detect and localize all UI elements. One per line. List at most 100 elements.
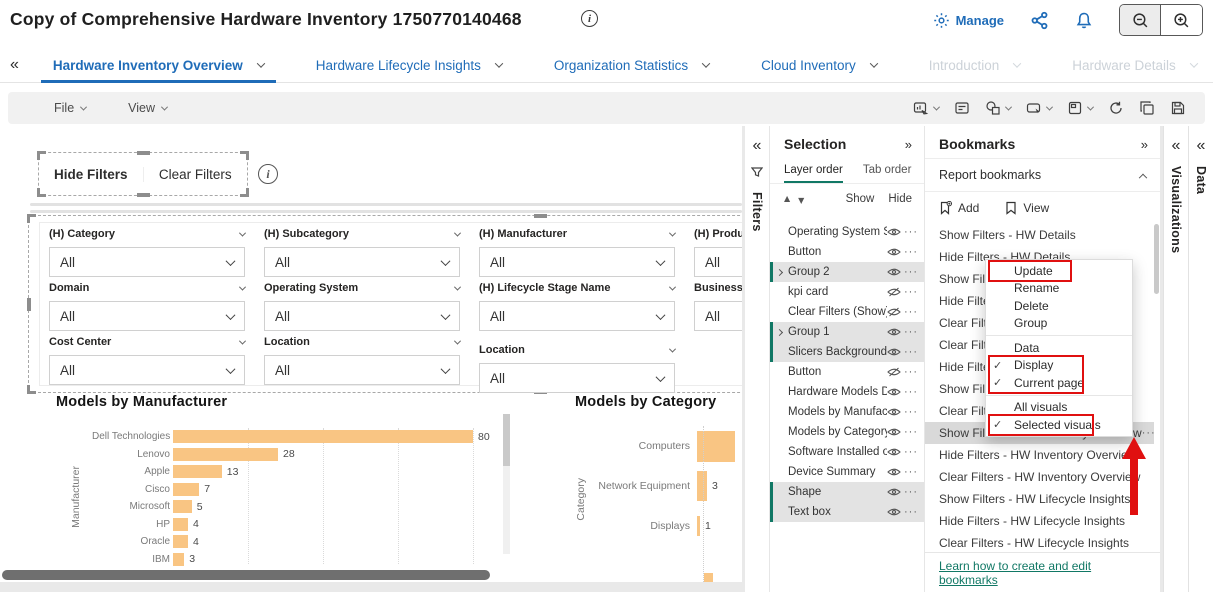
bar-row[interactable]: Cisco 7 [56,481,510,499]
report-canvas[interactable]: Hide Filters Clear Filters i (H) Categor… [0,126,742,582]
slicers-group[interactable]: (H) Category All (H) Subcategory [28,215,742,393]
bar-row[interactable]: Dell Technologies 80 [56,428,510,446]
slicer-header[interactable]: Business Ser [694,282,742,294]
selection-layer-item[interactable]: Text box ··· [770,502,924,522]
tabs-scroll-left-icon[interactable]: « [10,57,19,73]
view-menu[interactable]: View [128,101,167,115]
selection-layer-item[interactable]: Software Installed on ... ··· [770,442,924,462]
slicer-header[interactable]: Location [479,344,675,356]
bookmark-item[interactable]: Hide Filters - HW Inventory Overview ··· [925,444,1154,466]
models-by-manufacturer-chart[interactable]: Models by Manufacturer Dell Technologies… [56,394,510,582]
collapse-panel-icon[interactable]: » [905,138,912,151]
bookmark-item[interactable]: Hide Filters - HW Lifecycle Insights ··· [925,510,1154,532]
more-options-icon[interactable]: ··· [904,426,918,438]
file-menu[interactable]: File [54,101,86,115]
slicer-dropdown[interactable]: All [264,247,460,277]
chevron-up-icon[interactable] [1139,174,1147,182]
context-menu-item[interactable]: ✓ All visuals [986,399,1132,417]
selection-layer-item[interactable]: Slicers Background Te... ··· [770,342,924,362]
expand-chevron-icon[interactable] [777,326,788,338]
slicer-header[interactable]: Location [264,336,460,348]
selection-layer-item[interactable]: Group 1 ··· [770,322,924,342]
report-bookmarks-section[interactable]: Report bookmarks [925,159,1160,192]
hide-all-button[interactable]: Hide [888,193,912,205]
bar-row[interactable]: Apple 13 [56,463,510,481]
context-menu-item[interactable]: ✓ Update [986,262,1132,280]
expand-filters-icon[interactable]: « [753,138,762,154]
context-menu-item[interactable]: ✓ Selected visuals [986,416,1132,434]
slicer-header[interactable]: (H) Manufacturer [479,228,675,240]
selection-layer-item[interactable]: Clear Filters (Show) ··· [770,302,924,322]
bar-row[interactable]: IBM 3 [56,551,510,569]
slicer-header[interactable]: (H) Category [49,228,245,240]
expand-chevron-icon[interactable] [777,266,788,278]
manage-button[interactable]: Manage [933,12,1004,29]
more-options-icon[interactable]: ··· [904,286,918,298]
move-up-icon[interactable]: ▲ [784,194,790,203]
slicer-dropdown[interactable]: All [694,247,742,277]
bar[interactable] [173,518,188,531]
share-icon[interactable] [1030,11,1049,30]
canvas-horizontal-scrollbar[interactable] [2,570,490,580]
chevron-down-icon[interactable] [1013,59,1021,67]
expand-panel-icon[interactable]: « [1172,138,1181,154]
duplicate-page-icon[interactable] [1136,97,1158,119]
selection-layer-item[interactable]: Operating System Su... ··· [770,222,924,242]
bookmark-item[interactable]: Show Filters - HW Details ··· [925,224,1154,246]
page-tab[interactable]: Hardware Details [1046,48,1213,83]
selection-layer-item[interactable]: Models by Category ··· [770,422,924,442]
more-options-icon[interactable]: ··· [904,446,918,458]
more-options-icon[interactable]: ··· [904,346,918,358]
bar[interactable] [697,516,700,536]
slicer-dropdown[interactable]: All [49,247,245,277]
new-page-icon[interactable] [1064,97,1096,119]
add-bookmark-button[interactable]: Add [939,201,979,215]
context-menu-item[interactable]: ✓ Rename [986,280,1132,298]
more-options-icon[interactable]: ··· [904,306,918,318]
visibility-eye-icon[interactable] [887,407,904,417]
save-icon[interactable] [1167,97,1189,119]
visibility-eye-icon[interactable] [887,487,904,497]
bar-row[interactable]: Displays 1 [575,506,742,546]
visuals-icon[interactable] [910,97,942,119]
page-tab[interactable]: Hardware Inventory Overview [27,48,290,83]
slicer-dropdown[interactable]: All [49,301,245,331]
slicer-header[interactable]: (H) Subcategory [264,228,460,240]
bar-row[interactable]: Network Equipment 3 [575,466,742,506]
selection-layer-item[interactable]: Models by Manufact... ··· [770,402,924,422]
more-options-icon[interactable]: ··· [904,266,918,278]
chevron-down-icon[interactable] [495,59,503,67]
selection-layer-item[interactable]: kpi card ··· [770,282,924,302]
zoom-in-button[interactable] [1161,5,1202,35]
bar[interactable] [173,483,199,496]
slicer-dropdown[interactable]: All [264,301,460,331]
bar[interactable] [173,430,473,443]
chevron-down-icon[interactable] [702,59,710,67]
selection-layer-item[interactable]: Device Summary ··· [770,462,924,482]
slicer-header[interactable]: (H) Lifecycle Stage Name [479,282,675,294]
collapsed-panel[interactable]: « Data [1188,126,1213,592]
collapse-panel-icon[interactable]: » [1141,138,1148,151]
refresh-icon[interactable] [1105,97,1127,119]
hide-filters-button[interactable]: Hide Filters [39,167,143,182]
visibility-eye-icon[interactable] [887,447,904,457]
context-menu-item[interactable]: ✓ Data [986,339,1132,357]
bar-row[interactable]: Computers [575,426,742,466]
slicer-dropdown[interactable]: All [479,363,675,393]
bookmark-item[interactable]: Clear Filters - HW Lifecycle Insights ··… [925,532,1154,550]
bookmark-item[interactable]: Clear Filters - HW Inventory Overview ··… [925,466,1154,488]
page-tab[interactable]: Hardware Lifecycle Insights [290,48,528,83]
bar-row[interactable]: Oracle 4 [56,533,510,551]
more-options-icon[interactable]: ··· [904,406,918,418]
show-all-button[interactable]: Show [846,193,875,205]
context-menu-item[interactable]: ✓ Group [986,315,1132,333]
bar[interactable] [173,465,222,478]
text-box-icon[interactable] [951,97,973,119]
page-tab[interactable]: Organization Statistics [528,48,735,83]
shapes-icon[interactable] [982,97,1014,119]
clear-filters-button[interactable]: Clear Filters [143,167,248,182]
slicer-header[interactable]: (H) Product [694,228,742,240]
bookmarks-scrollbar[interactable] [1154,224,1159,294]
visibility-eye-icon[interactable] [887,367,904,377]
bar[interactable] [173,553,184,566]
